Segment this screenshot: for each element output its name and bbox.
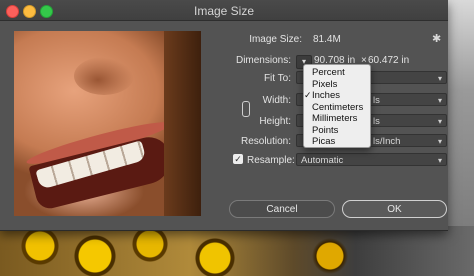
ok-button[interactable]: OK	[342, 200, 447, 218]
chevron-down-icon: ▾	[437, 137, 442, 146]
cancel-button[interactable]: Cancel	[229, 200, 335, 218]
image-preview[interactable]	[14, 31, 201, 216]
units-dropdown-menu: Percent Pixels ✓ Inches Centimeters Milli…	[303, 64, 371, 148]
menu-item-inches[interactable]: ✓ Inches	[304, 90, 370, 102]
gear-icon[interactable]: ✱	[432, 32, 441, 45]
title-bar: Image Size	[0, 0, 448, 21]
image-size-dialog: Image Size Image Size: 81.4M ✱ Dimension…	[0, 0, 448, 231]
menu-item-pixels[interactable]: Pixels	[304, 79, 370, 91]
resolution-unit-text: ls/Inch	[373, 136, 401, 147]
image-size-label: Image Size:	[249, 34, 302, 45]
menu-item-points[interactable]: Points	[304, 125, 370, 137]
menu-item-millimeters[interactable]: Millimeters	[304, 113, 370, 125]
width-label: Width:	[262, 95, 291, 106]
menu-item-inches-label: Inches	[312, 90, 340, 101]
chevron-down-icon: ▾	[437, 156, 442, 165]
dimensions-height-value: 60.472 in	[368, 55, 410, 66]
image-size-value: 81.4M	[313, 34, 341, 45]
chevron-down-icon: ▾	[437, 96, 442, 105]
chevron-down-icon: ▾	[437, 117, 442, 126]
dialog-title: Image Size	[193, 4, 255, 18]
resample-checkbox[interactable]: ✓	[233, 154, 243, 164]
height-unit-text: ls	[373, 116, 380, 127]
checkmark-icon: ✓	[304, 90, 312, 100]
fit-to-label: Fit To:	[263, 73, 291, 84]
height-label: Height:	[259, 116, 291, 127]
resample-value: Automatic	[301, 155, 344, 166]
background-sunflower-photo	[0, 226, 474, 276]
menu-item-percent[interactable]: Percent	[304, 67, 370, 79]
background-canvas-edge	[448, 0, 474, 226]
chevron-down-icon: ▾	[437, 74, 442, 83]
resample-label: Resample:	[247, 155, 295, 166]
resample-select[interactable]: Automatic ▾	[296, 153, 447, 166]
menu-item-picas[interactable]: Picas	[304, 136, 370, 148]
width-unit-text: ls	[373, 95, 380, 106]
checkmark-icon: ✓	[234, 154, 242, 164]
menu-item-centimeters[interactable]: Centimeters	[304, 102, 370, 114]
resolution-label: Resolution:	[240, 136, 291, 147]
dimensions-label: Dimensions:	[235, 55, 291, 66]
